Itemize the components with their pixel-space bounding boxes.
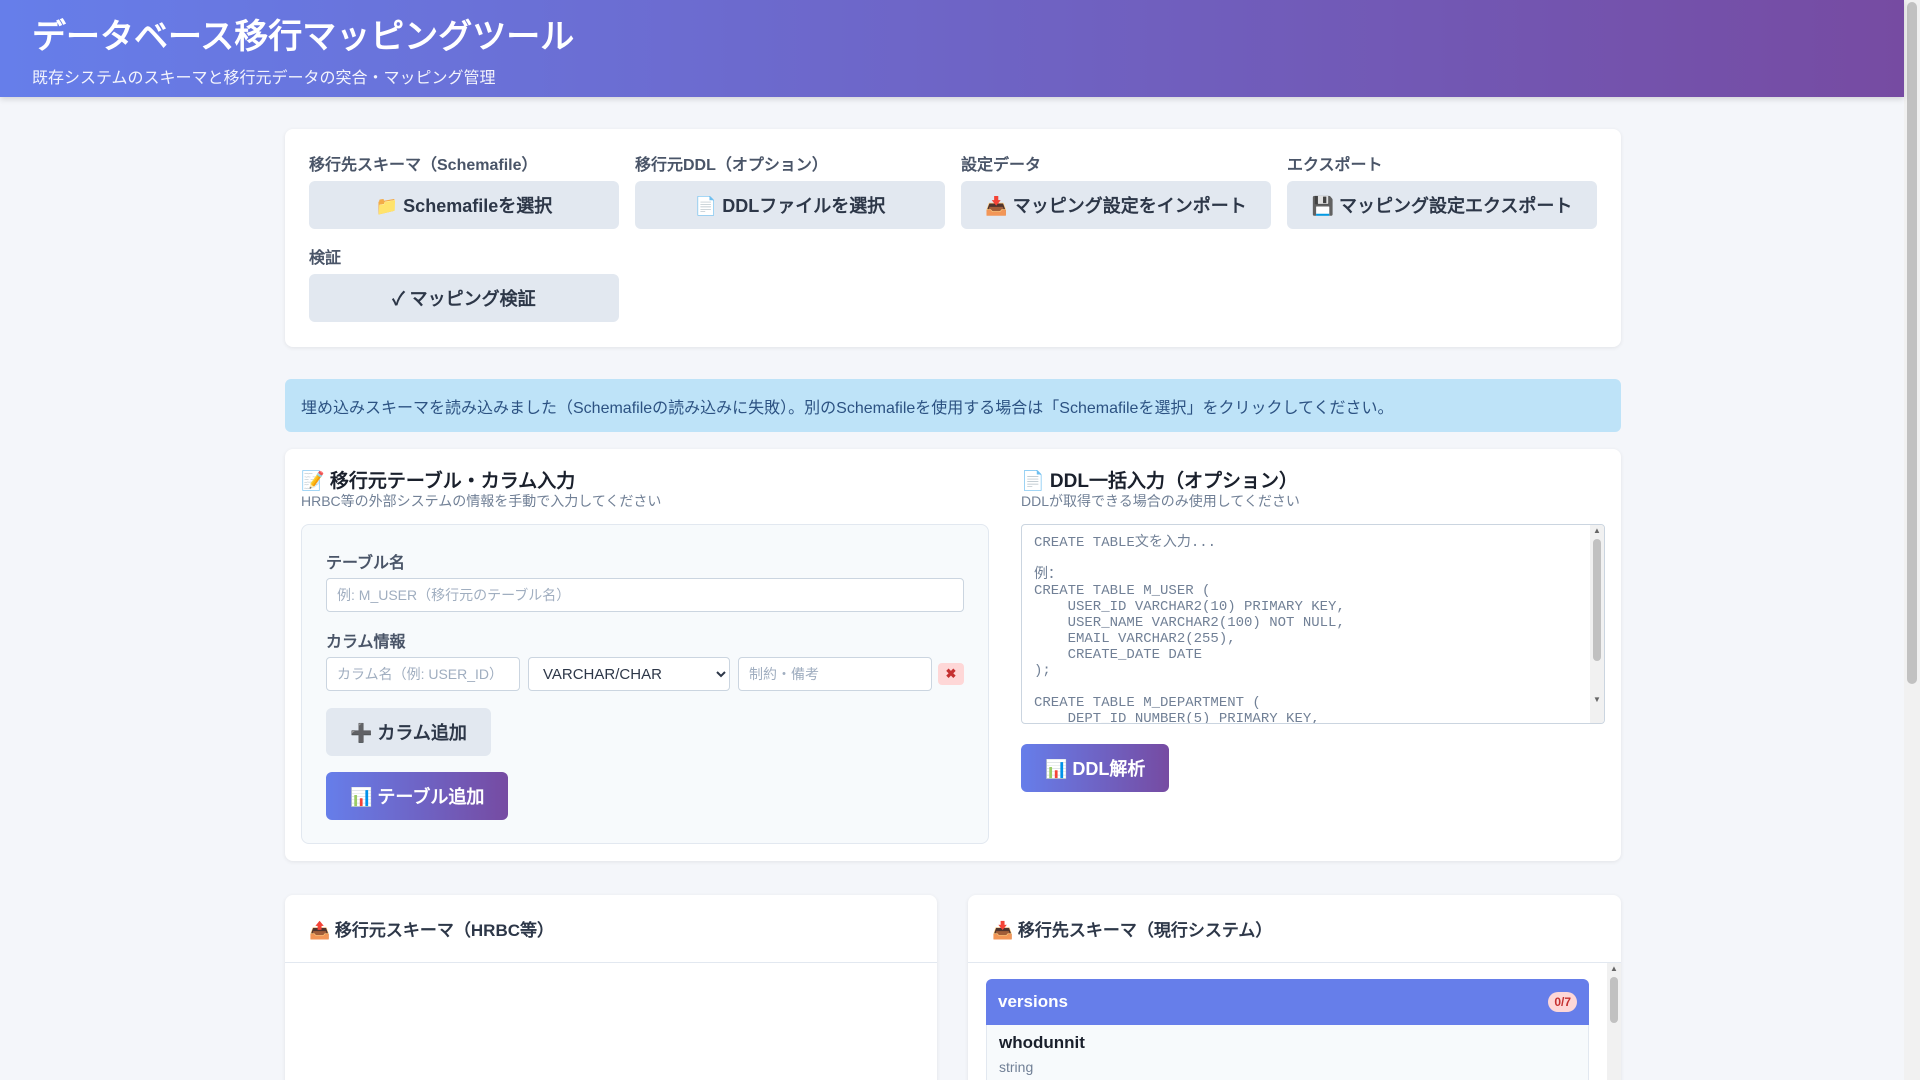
target-schema-panel: 📥 移行先スキーマ（現行システム） versions 0/7 whodunnit… — [968, 895, 1621, 1080]
ddl-placeholder: CREATE TABLE文を入力... 例： CREATE TABLE M_US… — [1034, 535, 1345, 724]
ddl-scrollbar-thumb[interactable] — [1593, 539, 1601, 661]
column-info-label: カラム情報 — [326, 634, 406, 651]
verify-label: 検証 — [309, 250, 342, 267]
app-header: データベース移行マッピングツール 既存システムのスキーマと移行元データの突合・マ… — [0, 0, 1904, 97]
delete-column-button[interactable]: ✖ — [938, 663, 964, 685]
input-card: 📝 移行元テーブル・カラム入力 HRBC等の外部システムの情報を手動で入力してく… — [285, 449, 1621, 861]
export-label: エクスポート — [1287, 157, 1383, 174]
export-mapping-button[interactable]: 💾 マッピング設定エクスポート — [1287, 181, 1597, 229]
target-scrollbar[interactable]: ▲ — [1607, 963, 1621, 1080]
page-subtitle: 既存システムのスキーマと移行元データの突合・マッピング管理 — [32, 70, 496, 87]
column-type: string — [999, 1059, 1034, 1075]
settings-group: 設定データ 📥 マッピング設定をインポート — [961, 151, 1271, 229]
source-schema-panel: 📤 移行元スキーマ（HRBC等） — [285, 895, 937, 1080]
table-name-label: テーブル名 — [326, 555, 406, 572]
verify-mapping-button[interactable]: ✓ マッピング検証 — [309, 274, 619, 322]
page-scrollbar-thumb[interactable] — [1907, 2, 1917, 684]
ddl-input-title: 📄 DDL一括入力（オプション） — [1021, 471, 1298, 492]
ddl-label: 移行元DDL（オプション） — [635, 157, 828, 174]
close-icon: ✖ — [945, 666, 957, 681]
column-name: whodunnit — [999, 1033, 1085, 1052]
manual-input-title: 📝 移行元テーブル・カラム入力 — [301, 471, 576, 492]
select-schemafile-button[interactable]: 📁 Schemafileを選択 — [309, 181, 619, 229]
add-column-button[interactable]: ➕ カラム追加 — [326, 708, 491, 756]
target-table-name: versions — [998, 992, 1068, 1011]
target-column-item[interactable]: whodunnit string — [986, 1025, 1589, 1080]
page-title: データベース移行マッピングツール — [32, 18, 575, 56]
target-table-header[interactable]: versions 0/7 — [986, 979, 1589, 1025]
column-name-input[interactable] — [326, 657, 520, 691]
scroll-up-icon[interactable]: ▲ — [1610, 964, 1618, 973]
import-mapping-button[interactable]: 📥 マッピング設定をインポート — [961, 181, 1271, 229]
ddl-scrollbar[interactable]: ▲ ▼ — [1590, 525, 1604, 723]
column-type-select[interactable]: VARCHAR/CHAR — [528, 657, 730, 691]
info-alert: 埋め込みスキーマを読み込みました（Schemafileの読み込みに失敗）。別のS… — [285, 379, 1621, 432]
toolbar-card: 移行先スキーマ（Schemafile） 📁 Schemafileを選択 移行元D… — [285, 129, 1621, 347]
ddl-group: 移行元DDL（オプション） 📄 DDLファイルを選択 — [635, 151, 945, 229]
schema-label: 移行先スキーマ（Schemafile） — [309, 157, 538, 174]
schema-group: 移行先スキーマ（Schemafile） 📁 Schemafileを選択 — [309, 151, 619, 229]
manual-input-form: テーブル名 カラム情報 VARCHAR/CHAR ✖ ➕ カラム追加 📊 テーブ… — [301, 524, 989, 844]
parse-ddl-button[interactable]: 📊 DDL解析 — [1021, 744, 1170, 792]
scroll-down-icon[interactable]: ▼ — [1593, 695, 1601, 704]
ddl-input-subtitle: DDLが取得できる場合のみ使用してください — [1021, 493, 1300, 509]
target-schema-title: 📥 移行先スキーマ（現行システム） — [968, 895, 1621, 963]
target-scrollbar-thumb[interactable] — [1610, 977, 1618, 1023]
export-group: エクスポート 💾 マッピング設定エクスポート — [1287, 151, 1597, 229]
page-scrollbar[interactable] — [1904, 0, 1920, 1080]
mapping-count-badge: 0/7 — [1548, 992, 1577, 1012]
add-table-button[interactable]: 📊 テーブル追加 — [326, 772, 509, 820]
column-note-input[interactable] — [738, 657, 932, 691]
settings-label: 設定データ — [961, 157, 1042, 174]
manual-input-subtitle: HRBC等の外部システムの情報を手動で入力してください — [301, 493, 662, 509]
verify-group: 検証 ✓ マッピング検証 — [309, 244, 619, 322]
scroll-up-icon[interactable]: ▲ — [1593, 526, 1601, 535]
table-name-input[interactable] — [326, 578, 964, 612]
source-schema-title: 📤 移行元スキーマ（HRBC等） — [285, 895, 937, 963]
select-ddl-file-button[interactable]: 📄 DDLファイルを選択 — [635, 181, 945, 229]
ddl-textarea[interactable]: CREATE TABLE文を入力... 例： CREATE TABLE M_US… — [1021, 524, 1605, 724]
